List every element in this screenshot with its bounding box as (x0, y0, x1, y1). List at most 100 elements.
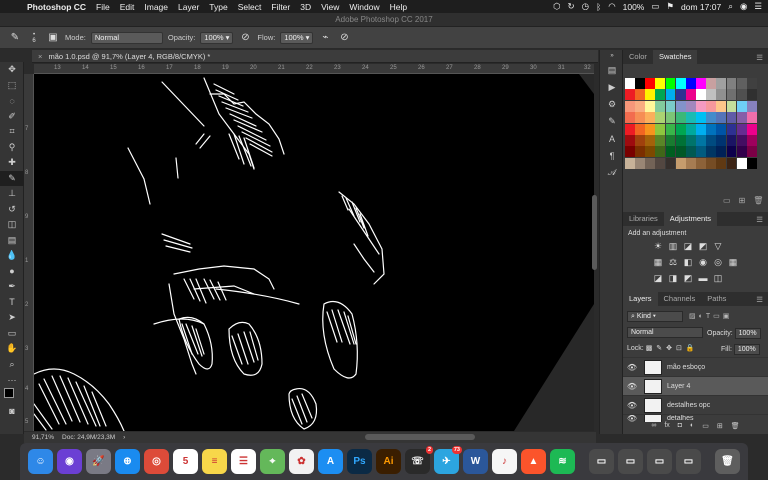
color-swatch[interactable] (625, 89, 635, 101)
color-lookup-icon[interactable]: ▦ (728, 257, 738, 267)
dock-maps-icon[interactable]: ⌖ (260, 449, 285, 474)
delete-icon[interactable]: 🗑 (731, 422, 740, 434)
color-swatch[interactable] (736, 146, 747, 158)
color-swatch[interactable] (736, 157, 747, 169)
color-swatch[interactable] (696, 100, 706, 112)
hue-saturation-icon[interactable]: ▦ (653, 257, 663, 267)
filter-kind[interactable]: ⌕ Kind ▾ (627, 311, 683, 322)
battery-percent[interactable]: 100% (623, 2, 645, 12)
color-swatch[interactable] (746, 157, 757, 169)
brush-tool-icon[interactable]: ✎ (8, 31, 22, 45)
collapse-icon[interactable]: » (600, 50, 624, 62)
color-swatch[interactable] (716, 157, 727, 169)
siri-icon[interactable]: ◉ (740, 1, 747, 12)
color-swatch[interactable] (716, 134, 727, 146)
color-swatch[interactable] (726, 89, 737, 101)
dock-word-icon[interactable]: W (463, 449, 488, 474)
color-swatches-icon[interactable] (0, 387, 24, 404)
color-swatch[interactable] (675, 146, 686, 158)
exposure-icon[interactable]: ◩ (698, 241, 708, 251)
color-swatch[interactable] (706, 134, 717, 146)
move-tool-icon[interactable]: ✥ (0, 62, 24, 78)
threshold-icon[interactable]: ◩ (683, 273, 693, 283)
color-swatch[interactable] (675, 134, 686, 146)
dock-window-1-icon[interactable]: ▭ (589, 449, 614, 474)
color-swatch[interactable] (736, 100, 747, 112)
color-swatch[interactable] (645, 112, 656, 124)
color-swatch[interactable] (655, 146, 666, 158)
color-balance-icon[interactable]: ⚖ (668, 257, 678, 267)
dock-finder-icon[interactable]: ☺ (28, 449, 53, 474)
color-swatch[interactable] (645, 89, 656, 101)
panel-menu-icon[interactable]: ☰ (756, 295, 768, 304)
menu-filter[interactable]: Filter (266, 2, 295, 12)
color-swatch[interactable] (685, 123, 696, 135)
eye-icon[interactable]: 👁 (623, 363, 641, 372)
color-swatch[interactable] (696, 146, 706, 158)
menu-image[interactable]: Image (139, 2, 173, 12)
tab-libraries[interactable]: Libraries (623, 212, 664, 226)
selective-color-icon[interactable]: ◫ (713, 273, 723, 283)
black-white-icon[interactable]: ◧ (683, 257, 693, 267)
dock-notes-icon[interactable]: ≡ (202, 449, 227, 474)
type-tool-icon[interactable]: T (0, 295, 24, 311)
clone-stamp-tool-icon[interactable]: ⊥ (0, 186, 24, 202)
dock-illustrator-icon[interactable]: Ai (376, 449, 401, 474)
color-swatch[interactable] (716, 78, 727, 89)
folder-icon[interactable]: ▭ (702, 422, 709, 434)
color-swatch[interactable] (746, 146, 757, 158)
color-swatch[interactable] (716, 100, 727, 112)
color-swatch[interactable] (696, 123, 706, 135)
color-swatch[interactable] (696, 78, 706, 89)
color-swatch[interactable] (635, 100, 646, 112)
battery-icon[interactable]: ▭ (651, 1, 659, 12)
panel-menu-icon[interactable]: ☰ (756, 215, 768, 224)
color-swatch[interactable] (625, 157, 635, 169)
color-swatch[interactable] (685, 89, 696, 101)
color-swatch[interactable] (706, 123, 717, 135)
dock-window-2-icon[interactable]: ▭ (618, 449, 643, 474)
gradient-map-icon[interactable]: ▬ (698, 273, 708, 283)
brush-panel-icon[interactable]: ✎ (600, 113, 624, 130)
color-swatch[interactable] (706, 146, 717, 158)
menu-type[interactable]: Type (204, 2, 232, 12)
color-swatch[interactable] (716, 146, 727, 158)
color-swatch[interactable] (625, 78, 635, 89)
layer-opacity[interactable]: Opacity: 100% (707, 328, 761, 339)
color-swatch[interactable] (665, 134, 676, 146)
new-swatch-icon[interactable]: ⊞ (739, 196, 746, 205)
clock[interactable]: dom 17:07 (681, 2, 721, 12)
blend-mode-select[interactable]: Normal (627, 327, 703, 338)
quick-mask-icon[interactable]: ◙ (0, 403, 24, 419)
color-swatch[interactable] (685, 146, 696, 158)
layer-row[interactable]: 👁 Layer 4 (623, 376, 768, 395)
color-swatch[interactable] (685, 100, 696, 112)
canvas-area[interactable] (34, 74, 594, 431)
notification-center-icon[interactable]: ☰ (754, 1, 762, 12)
color-swatch[interactable] (736, 78, 747, 89)
dock-window-4-icon[interactable]: ▭ (676, 449, 701, 474)
color-swatch[interactable] (726, 100, 737, 112)
color-swatch[interactable] (746, 78, 757, 89)
color-swatch[interactable] (706, 78, 717, 89)
vertical-scrollbar[interactable] (592, 195, 597, 270)
dock-whatsapp-icon[interactable]: ☏ 2 (405, 446, 433, 474)
layer-row[interactable]: 👁 detalhes (623, 414, 768, 422)
color-swatch[interactable] (635, 157, 646, 169)
color-swatch[interactable] (706, 89, 717, 101)
color-swatch[interactable] (655, 123, 666, 135)
levels-icon[interactable]: ▥ (668, 241, 678, 251)
color-swatch[interactable] (645, 157, 656, 169)
color-swatch[interactable] (665, 112, 676, 124)
brush-tool-icon[interactable]: ✎ (0, 170, 24, 186)
opacity-field[interactable]: 100% ▾ (200, 31, 234, 44)
bluetooth-icon[interactable]: ᛒ (596, 2, 601, 12)
color-swatch[interactable] (665, 146, 676, 158)
document-tab[interactable]: × mão 1.0.psd @ 91,7% (Layer 4, RGB/8/CM… (32, 50, 598, 63)
color-swatch[interactable] (675, 78, 686, 89)
dock-telegram-icon[interactable]: ✈ 73 (434, 446, 462, 474)
dock-trash-icon[interactable]: 🗑 (715, 449, 740, 474)
color-swatch[interactable] (665, 78, 676, 89)
fx-icon[interactable]: fx (664, 422, 669, 434)
eraser-tool-icon[interactable]: ◫ (0, 217, 24, 233)
